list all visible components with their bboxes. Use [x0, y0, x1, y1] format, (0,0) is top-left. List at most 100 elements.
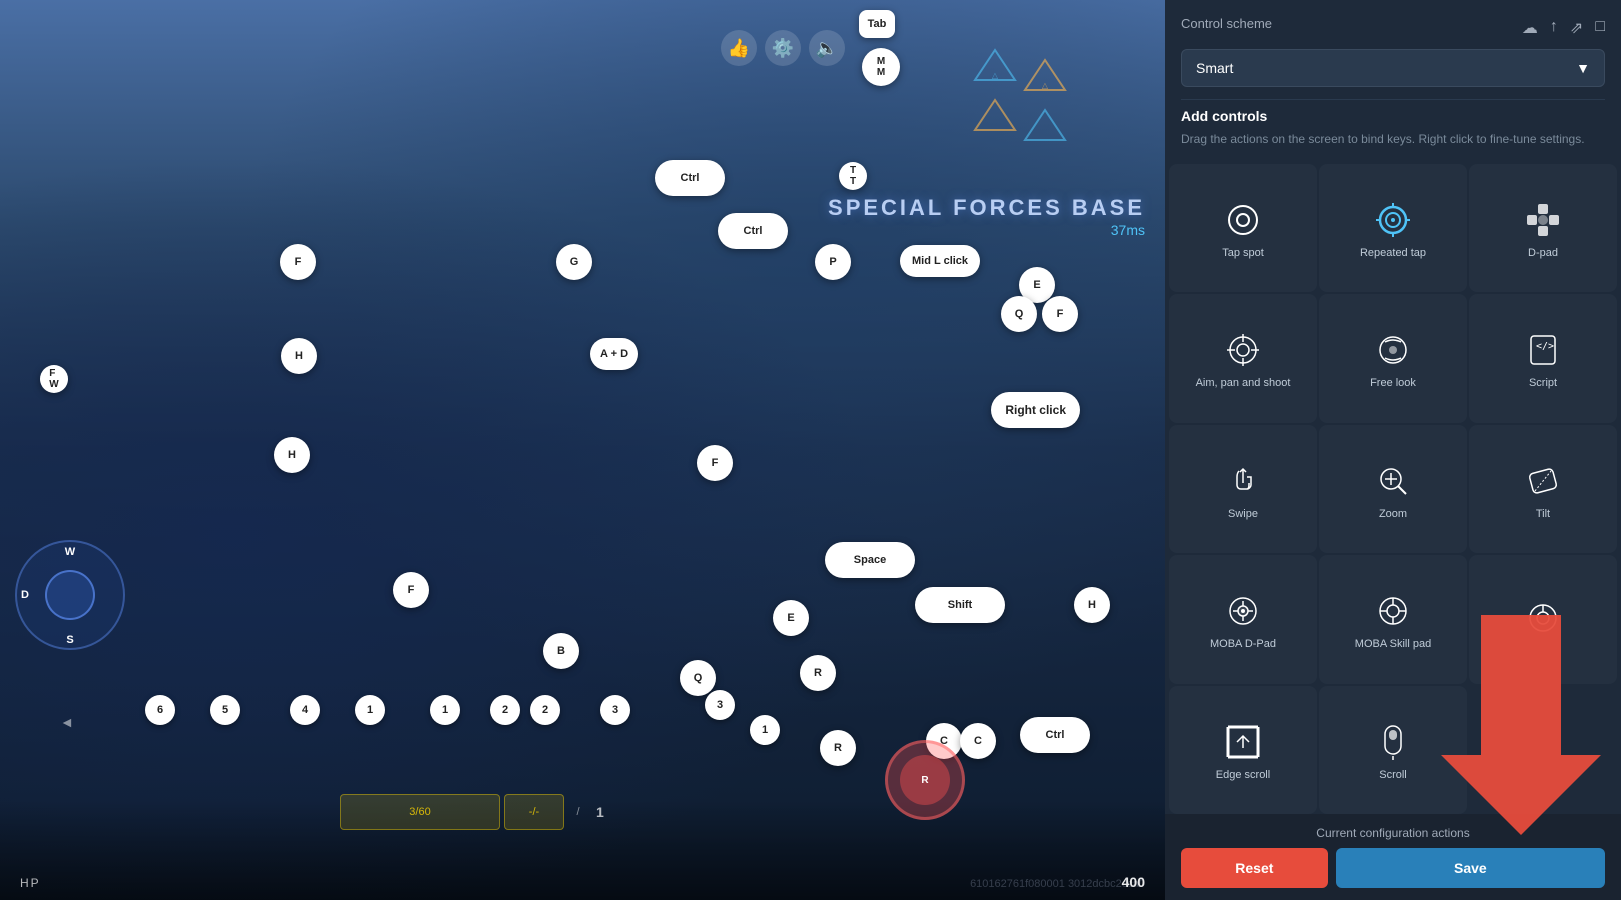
aim-icon [1223, 330, 1263, 370]
arrow-indicator: ◄ [60, 714, 74, 730]
moba-skill-icon [1373, 591, 1413, 631]
f-key-4[interactable]: F [1042, 296, 1078, 332]
num-2b[interactable]: 2 [530, 695, 560, 725]
weapon-slot-1[interactable]: 3/60 [340, 794, 500, 830]
w-key: W [65, 546, 75, 558]
d-pad-icon [1523, 200, 1563, 240]
scheme-dropdown[interactable]: Smart ▼ [1181, 49, 1605, 87]
a-d-key[interactable]: A + D [590, 338, 638, 370]
fire-button[interactable]: R [885, 740, 965, 820]
space-key[interactable]: Space [825, 542, 915, 578]
script-label: Script [1529, 376, 1557, 390]
weapon-count: 1 [592, 794, 604, 830]
save-icon[interactable]: □ [1595, 18, 1605, 38]
r-key-2[interactable]: R [820, 730, 856, 766]
num-1b[interactable]: 1 [430, 695, 460, 725]
control-unknown[interactable] [1469, 555, 1617, 683]
g-key[interactable]: G [556, 244, 592, 280]
control-moba-skill[interactable]: MOBA Skill pad [1319, 555, 1467, 683]
p-key[interactable]: P [815, 244, 851, 280]
shift-key[interactable]: Shift [915, 587, 1005, 623]
control-edge-scroll[interactable]: Edge scroll [1169, 686, 1317, 814]
joystick-inner [45, 570, 95, 620]
moba-dpad-icon [1223, 591, 1263, 631]
control-moba-dpad[interactable]: MOBA D-Pad [1169, 555, 1317, 683]
control-empty [1469, 686, 1617, 814]
footer-buttons: Reset Save [1181, 848, 1605, 888]
upload-icon[interactable]: ↑ [1550, 18, 1558, 38]
t-key[interactable]: TT [839, 162, 867, 190]
num-3b[interactable]: 3 [705, 690, 735, 720]
fw-key[interactable]: FW [40, 365, 68, 393]
control-tilt[interactable]: Tilt [1469, 425, 1617, 553]
chevron-down-icon: ▼ [1576, 60, 1590, 76]
control-script[interactable]: </> Script [1469, 294, 1617, 422]
right-panel: Control scheme ☁ ↑ ⇗ □ Smart ▼ Add contr… [1165, 0, 1621, 900]
joystick-outer: W S D [15, 540, 125, 650]
c-key-2[interactable]: C [960, 723, 996, 759]
num-1c[interactable]: 1 [750, 715, 780, 745]
svg-text:△: △ [1042, 81, 1049, 90]
num-5[interactable]: 5 [210, 695, 240, 725]
h-key-1[interactable]: H [281, 338, 317, 374]
right-click-btn[interactable]: Right click [991, 392, 1080, 428]
ctrl-key-1[interactable]: Ctrl [655, 160, 725, 196]
panel-header: Control scheme ☁ ↑ ⇗ □ Smart ▼ Add contr… [1165, 0, 1621, 164]
settings-icon[interactable]: ⚙️ [765, 30, 801, 66]
control-swipe[interactable]: Swipe [1169, 425, 1317, 553]
control-zoom[interactable]: Zoom [1319, 425, 1467, 553]
tab-key[interactable]: Tab [859, 10, 895, 38]
add-controls-desc: Drag the actions on the screen to bind k… [1181, 130, 1605, 148]
control-d-pad[interactable]: D-pad [1469, 164, 1617, 292]
controls-grid: Tap spot Repeated tap [1165, 164, 1621, 814]
swipe-label: Swipe [1228, 507, 1258, 521]
mm-key[interactable]: MM [862, 48, 900, 86]
weapon-ammo: 3/60 [409, 806, 430, 818]
joystick-area[interactable]: W S D [15, 540, 125, 650]
save-button[interactable]: Save [1336, 848, 1605, 888]
share-icon[interactable]: ⇗ [1570, 18, 1583, 38]
repeated-tap-icon [1373, 200, 1413, 240]
f-key-1[interactable]: F [280, 244, 316, 280]
e-key-2[interactable]: E [773, 600, 809, 636]
num-3a[interactable]: 3 [600, 695, 630, 725]
r-key-1[interactable]: R [800, 655, 836, 691]
scroll-icon [1373, 722, 1413, 762]
svg-text:</>: </> [1536, 341, 1554, 352]
h-key-3[interactable]: H [1074, 587, 1110, 623]
panel-footer: Current configuration actions Reset Save [1165, 814, 1621, 900]
num-6[interactable]: 6 [145, 695, 175, 725]
control-repeated-tap[interactable]: Repeated tap [1319, 164, 1467, 292]
volume-icon[interactable]: 🔈 [809, 30, 845, 66]
num-2a[interactable]: 2 [490, 695, 520, 725]
divider-1 [1181, 99, 1605, 100]
scheme-value: Smart [1196, 60, 1233, 76]
control-aim[interactable]: Aim, pan and shoot [1169, 294, 1317, 422]
control-tap-spot[interactable]: Tap spot [1169, 164, 1317, 292]
mid-click-btn[interactable]: Mid L click [900, 245, 980, 277]
b-key[interactable]: B [543, 633, 579, 669]
current-config-label: Current configuration actions [1181, 826, 1605, 840]
num-4[interactable]: 4 [290, 695, 320, 725]
hp-label: HP [20, 876, 41, 890]
ctrl-key-2[interactable]: Ctrl [718, 213, 788, 249]
weapon-slot-2[interactable]: -/- [504, 794, 564, 830]
tilt-label: Tilt [1536, 507, 1550, 521]
reset-button[interactable]: Reset [1181, 848, 1328, 888]
cloud-icon[interactable]: ☁ [1522, 18, 1538, 38]
f-key-2[interactable]: F [393, 572, 429, 608]
ctrl-key-3[interactable]: Ctrl [1020, 717, 1090, 753]
thumbs-up-icon[interactable]: 👍 [721, 30, 757, 66]
q-key-2[interactable]: Q [680, 660, 716, 696]
control-scroll[interactable]: Scroll [1319, 686, 1467, 814]
control-free-look[interactable]: Free look [1319, 294, 1467, 422]
moba-skill-label: MOBA Skill pad [1355, 637, 1431, 651]
aim-label: Aim, pan and shoot [1196, 376, 1291, 390]
edge-scroll-label: Edge scroll [1216, 768, 1270, 782]
f-key-3[interactable]: F [697, 445, 733, 481]
h-key-2[interactable]: H [274, 437, 310, 473]
q-key-1[interactable]: Q [1001, 296, 1037, 332]
num-1a[interactable]: 1 [355, 695, 385, 725]
swipe-icon [1223, 461, 1263, 501]
zoom-icon [1373, 461, 1413, 501]
